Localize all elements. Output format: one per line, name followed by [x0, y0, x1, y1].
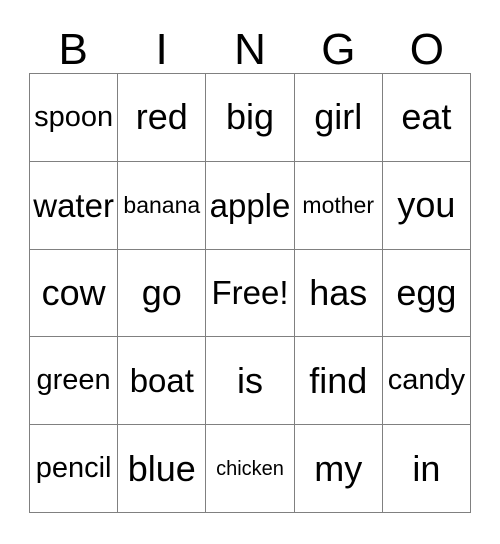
bingo-cell-label: chicken: [216, 457, 284, 480]
bingo-cell-label: egg: [396, 271, 457, 313]
bingo-cell-label: red: [135, 96, 188, 138]
bingo-cell-label: candy: [387, 364, 466, 397]
bingo-row: spoon red big girl eat: [30, 74, 472, 162]
bingo-cell-label: blue: [127, 447, 196, 489]
bingo-cell-label: go: [141, 271, 182, 313]
bingo-cell[interactable]: eat: [382, 74, 472, 162]
bingo-cell[interactable]: in: [382, 425, 472, 513]
bingo-cell-label: is: [237, 359, 263, 401]
bingo-cell-label: Free!: [211, 274, 289, 312]
bingo-cell[interactable]: find: [294, 337, 383, 426]
bingo-cell-label: in: [412, 447, 441, 489]
bingo-cell-label: mother: [302, 191, 374, 218]
bingo-cell[interactable]: water: [30, 161, 119, 250]
bingo-cell[interactable]: red: [118, 74, 207, 162]
header-letter-b: B: [58, 25, 88, 74]
bingo-grid: spoon red big girl eat water banana appl…: [29, 73, 472, 513]
bingo-row: cow go Free! has egg: [30, 249, 472, 338]
bingo-cell-label: my: [314, 447, 363, 489]
header-letter-o: O: [409, 25, 444, 74]
bingo-cell-label: apple: [209, 186, 291, 224]
bingo-cell-label: find: [309, 359, 368, 401]
header-letter-i: I: [155, 25, 168, 74]
bingo-cell[interactable]: banana: [118, 161, 207, 250]
bingo-row: green boat is find candy: [30, 337, 472, 426]
bingo-cell[interactable]: green: [30, 337, 119, 426]
bingo-cell[interactable]: is: [206, 337, 295, 426]
bingo-cell-label: eat: [401, 96, 452, 138]
bingo-cell[interactable]: my: [294, 425, 383, 513]
header-letter-g: G: [321, 25, 356, 74]
bingo-cell[interactable]: girl: [294, 74, 383, 162]
bingo-cell[interactable]: pencil: [30, 425, 119, 513]
bingo-cell-label: water: [33, 186, 114, 224]
bingo-cell[interactable]: chicken: [206, 425, 295, 513]
bingo-cell[interactable]: boat: [118, 337, 207, 426]
bingo-cell[interactable]: cow: [30, 249, 119, 338]
bingo-cell[interactable]: mother: [294, 161, 383, 250]
bingo-cell-free[interactable]: Free!: [206, 249, 295, 338]
bingo-cell-label: cow: [41, 271, 106, 313]
bingo-cell-label: banana: [123, 191, 201, 218]
bingo-cell-label: has: [309, 271, 368, 313]
bingo-cell[interactable]: has: [294, 249, 383, 338]
bingo-cell-label: big: [225, 96, 275, 138]
bingo-header: B I N G O: [29, 22, 471, 73]
bingo-cell-label: boat: [129, 362, 194, 400]
bingo-cell-label: green: [36, 364, 111, 397]
bingo-cell[interactable]: egg: [382, 249, 472, 338]
bingo-card: B I N G O spoon red big girl eat water b…: [0, 0, 500, 544]
bingo-cell[interactable]: big: [206, 74, 295, 162]
bingo-cell-label: pencil: [35, 452, 112, 485]
bingo-row: water banana apple mother you: [30, 161, 472, 250]
bingo-cell[interactable]: go: [118, 249, 207, 338]
bingo-cell[interactable]: candy: [382, 337, 472, 426]
bingo-cell[interactable]: you: [382, 161, 472, 250]
bingo-cell[interactable]: spoon: [30, 74, 119, 162]
bingo-row: pencil blue chicken my in: [30, 425, 472, 513]
bingo-cell-label: girl: [314, 96, 363, 138]
header-letter-n: N: [234, 25, 266, 74]
bingo-cell[interactable]: apple: [206, 161, 295, 250]
bingo-cell-label: spoon: [34, 100, 114, 133]
bingo-cell[interactable]: blue: [118, 425, 207, 513]
bingo-cell-label: you: [397, 184, 456, 226]
